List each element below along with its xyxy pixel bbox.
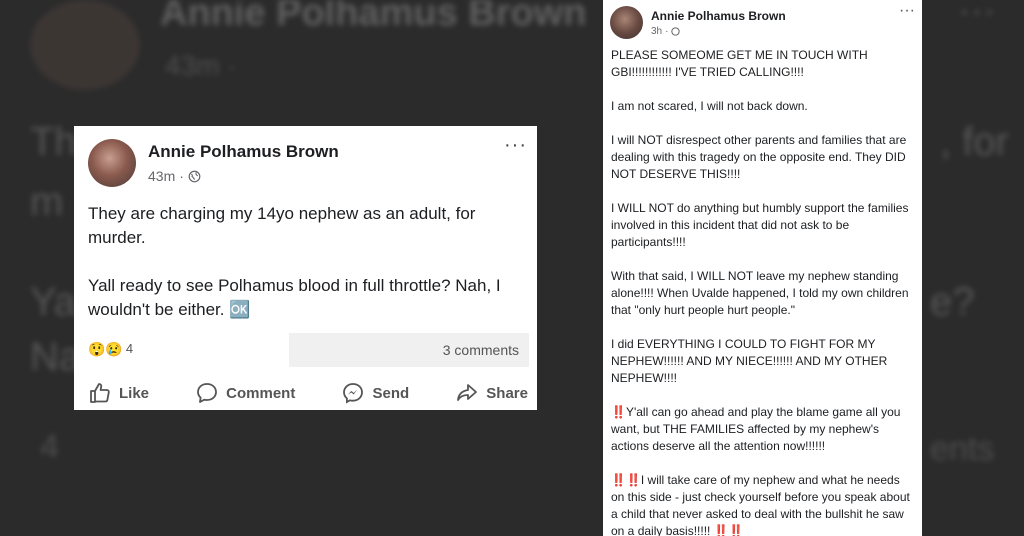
background-text-line: , for: [940, 120, 1009, 164]
separator-dot: ·: [665, 26, 669, 37]
avatar[interactable]: [610, 6, 643, 39]
comment-bubble-icon: [197, 383, 218, 403]
post-meta: 43m ·: [148, 168, 201, 184]
post-text-paragraph: They are charging my 14yo nephew as an a…: [88, 204, 476, 247]
post-meta: 3h ·: [651, 26, 681, 37]
post-text-span: I will take care of my nephew and what h…: [611, 473, 910, 536]
post-text-paragraph: I will NOT disrespect other parents and …: [611, 133, 907, 181]
background-text-line: m: [30, 180, 64, 224]
post-text-paragraph: I did EVERYTHING I COULD TO FIGHT FOR MY…: [611, 337, 888, 385]
send-label: Send: [372, 384, 410, 402]
separator-dot: ·: [179, 168, 184, 184]
post-action-bar: Like Comment Send Share: [88, 381, 528, 405]
share-button[interactable]: Share: [455, 381, 528, 405]
globe-icon: [671, 27, 681, 36]
background-menu-dots: ···: [958, 0, 996, 32]
background-text-line: Th: [30, 120, 77, 164]
post-body: PLEASE SOMEOME GET ME IN TOUCH WITH GBI!…: [611, 47, 915, 536]
post-menu-button[interactable]: ···: [504, 134, 527, 157]
comment-label: Comment: [226, 384, 296, 402]
background-comments-fragment: ents: [930, 430, 995, 468]
thumbs-up-icon: [90, 383, 110, 403]
share-arrow-icon: [457, 384, 478, 401]
globe-icon: [188, 170, 201, 182]
background-reaction-count: 4: [40, 428, 59, 466]
double-exclamation-icon: ‼️: [611, 405, 626, 419]
post-text-paragraph: PLEASE SOMEOME GET ME IN TOUCH WITH GBI!…: [611, 48, 868, 79]
reaction-count: 4: [125, 341, 134, 356]
avatar[interactable]: [88, 139, 136, 187]
background-avatar: [30, 0, 140, 90]
send-button[interactable]: Send: [341, 381, 409, 405]
reaction-emoji-icons: 😲😢: [88, 340, 123, 357]
post-text-paragraph: I am not scared, I will not back down.: [611, 99, 808, 113]
post-author-name[interactable]: Annie Polhamus Brown: [651, 9, 786, 23]
post-text-paragraph: ‼️‼️I will take care of my nephew and wh…: [611, 472, 915, 536]
comments-count-label: 3 comments: [442, 342, 519, 358]
post-text-paragraph: I WILL NOT do anything but humbly suppor…: [611, 201, 909, 249]
reactions-summary[interactable]: 😲😢 4: [88, 341, 133, 356]
post-text-paragraph: With that said, I WILL NOT leave my neph…: [611, 269, 909, 317]
post-body: They are charging my 14yo nephew as an a…: [88, 202, 528, 346]
post-text-span: Y'all can go ahead and play the blame ga…: [611, 405, 901, 453]
comments-count-link[interactable]: 3 comments: [289, 333, 529, 367]
left-post-card: Annie Polhamus Brown 43m · ··· They are …: [74, 126, 537, 410]
like-label: Like: [119, 384, 150, 402]
background-author-name: Annie Polhamus Brown: [160, 0, 587, 34]
post-timestamp[interactable]: 3h: [651, 26, 662, 37]
right-post-card: Annie Polhamus Brown 3h · ··· PLEASE SOM…: [603, 0, 922, 536]
background-text-line: e?: [930, 280, 975, 324]
comment-button[interactable]: Comment: [195, 381, 295, 405]
post-text-paragraph: Yall ready to see Polhamus blood in full…: [88, 276, 501, 319]
double-exclamation-icon: ‼️‼️: [611, 473, 641, 487]
post-menu-button[interactable]: ···: [899, 2, 915, 20]
background-timestamp: 43m ·: [165, 50, 237, 81]
post-text-paragraph: ‼️Y'all can go ahead and play the blame …: [611, 404, 915, 455]
share-label: Share: [486, 384, 528, 402]
like-button[interactable]: Like: [88, 381, 149, 405]
post-author-name[interactable]: Annie Polhamus Brown: [148, 142, 339, 162]
messenger-icon: [343, 383, 364, 404]
post-timestamp[interactable]: 43m: [148, 168, 175, 184]
